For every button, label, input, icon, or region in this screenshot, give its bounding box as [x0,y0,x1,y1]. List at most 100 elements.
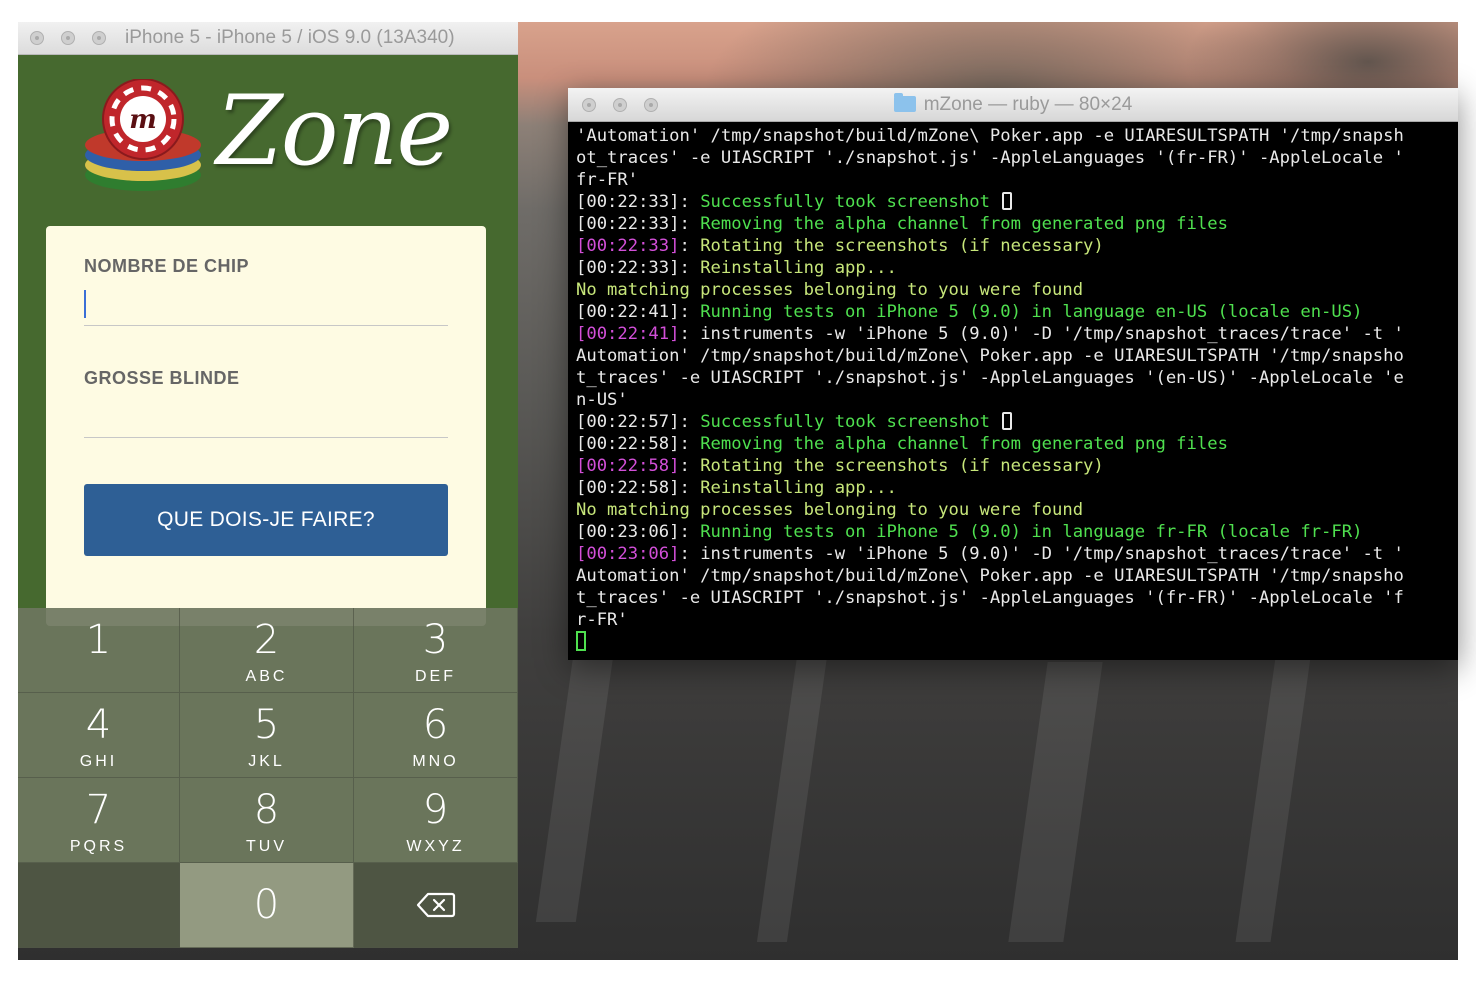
terminal-line: 'Automation' /tmp/snapshot/build/mZone\ … [576,125,1458,147]
key-empty [18,863,180,948]
key-letters: ABC [245,668,288,685]
timestamp: [00:22:58] [576,434,680,454]
terminal-text: : [679,302,701,322]
terminal-line: [00:22:33]: Reinstalling app... [576,257,1458,279]
zoom-button[interactable] [92,31,106,45]
terminal-line: [00:22:33]: Successfully took screenshot [576,191,1458,213]
key-letters: TUV [246,838,287,855]
terminal-line: ot_traces' -e UIASCRIPT './snapshot.js' … [576,147,1458,169]
minimize-button[interactable] [61,31,75,45]
timestamp: [00:22:58] [576,478,680,498]
terminal-text: : [679,192,701,212]
chip-count-label: NOMBRE DE CHIP [84,256,250,276]
key-digit: 6 [422,702,449,748]
delete-backspace-icon [416,892,455,918]
simulator-window[interactable]: iPhone 5 - iPhone 5 / iOS 9.0 (13A340) m… [18,22,518,948]
terminal-text: : [679,544,701,564]
terminal-text: fr-FR' [576,170,639,190]
what-should-i-do-button[interactable]: QUE DOIS-JE FAIRE? [84,484,448,556]
key-6[interactable]: 6 MNO [354,693,518,778]
key-letters: MNO [412,753,459,770]
key-9[interactable]: 9 WXYZ [354,778,518,863]
terminal-line: [00:22:33]: Rotating the screenshots (if… [576,235,1458,257]
text-caret [84,290,86,318]
terminal-line: Automation' /tmp/snapshot/build/mZone\ P… [576,565,1458,587]
terminal-text: : [679,236,701,256]
terminal-text: : [679,434,701,454]
form-card: NOMBRE DE CHIP GROSSE BLINDE QUE DOIS-JE… [46,226,486,626]
key-letters: DEF [415,668,456,685]
key-8[interactable]: 8 TUV [180,778,354,863]
terminal-title-text: mZone — ruby — 80×24 [923,94,1133,115]
key-letters: JKL [248,753,285,770]
terminal-text: : [679,214,701,234]
timestamp: [00:23:06] [576,544,680,564]
key-digit: 4 [85,702,112,748]
terminal-line: [00:23:06]: instruments -w 'iPhone 5 (9.… [576,543,1458,565]
terminal-line: [00:23:06]: Running tests on iPhone 5 (9… [576,521,1458,543]
key-digit: 0 [253,882,280,928]
terminal-output[interactable]: 'Automation' /tmp/snapshot/build/mZone\ … [568,122,1458,653]
poker-chip-logo-icon: m [85,79,201,191]
terminal-text: Running tests on iPhone 5 (9.0) in langu… [700,302,1363,322]
terminal-line: [00:22:58]: Removing the alpha channel f… [576,433,1458,455]
logo-wordmark: Zone [216,75,453,187]
close-button[interactable] [30,31,44,45]
terminal-text: Automation' /tmp/snapshot/build/mZone\ P… [576,346,1404,366]
backspace-key[interactable] [354,863,518,948]
key-3[interactable]: 3 DEF [354,608,518,693]
key-digit: 2 [253,617,280,663]
chip-count-input[interactable] [84,284,448,326]
terminal-line: [00:22:41]: instruments -w 'iPhone 5 (9.… [576,323,1458,345]
timestamp: [00:22:33] [576,258,680,278]
terminal-line: t_traces' -e UIASCRIPT './snapshot.js' -… [576,367,1458,389]
key-1[interactable]: 1 [18,608,180,693]
terminal-text: Removing the alpha channel from generate… [700,214,1228,234]
timestamp: [00:22:41] [576,324,680,344]
key-letters: PQRS [69,838,128,855]
key-7[interactable]: 7 PQRS [18,778,180,863]
simulator-titlebar[interactable]: iPhone 5 - iPhone 5 / iOS 9.0 (13A340) [18,22,518,55]
terminal-text: n-US' [576,390,628,410]
terminal-text: Rotating the screenshots (if necessary) [700,236,1104,256]
terminal-line: [00:22:58]: Rotating the screenshots (if… [576,455,1458,477]
key-digit: 1 [85,617,112,663]
key-2[interactable]: 2 ABC [180,608,354,693]
terminal-title: mZone — ruby — 80×24 [568,93,1458,116]
terminal-text: : [679,478,701,498]
terminal-titlebar[interactable]: mZone — ruby — 80×24 [568,88,1458,122]
numeric-keypad: 1 2 ABC 3 DEF 4 GHI 5 JKL 6 MNO 7 PQRS 8 [18,608,518,948]
phone-icon [1002,412,1013,430]
terminal-text: : [679,258,701,278]
terminal-text: Automation' /tmp/snapshot/build/mZone\ P… [576,566,1404,586]
terminal-text: ot_traces' -e UIASCRIPT './snapshot.js' … [576,148,1404,168]
terminal-text: instruments -w 'iPhone 5 (9.0)' -D '/tmp… [700,324,1404,344]
key-digit: 7 [85,787,112,833]
terminal-line: fr-FR' [576,169,1458,191]
terminal-text: Successfully took screenshot [700,412,1001,432]
terminal-line: Automation' /tmp/snapshot/build/mZone\ P… [576,345,1458,367]
terminal-line: No matching processes belonging to you w… [576,279,1458,301]
timestamp: [00:22:57] [576,412,680,432]
big-blind-input[interactable] [84,396,448,438]
terminal-line: n-US' [576,389,1458,411]
terminal-text: No matching processes belonging to you w… [576,280,1084,300]
timestamp: [00:22:33] [576,236,680,256]
simulator-title: iPhone 5 - iPhone 5 / iOS 9.0 (13A340) [125,27,455,48]
key-0[interactable]: 0 [180,863,354,948]
key-digit: 5 [253,702,280,748]
terminal-text: : [679,412,701,432]
key-letters: GHI [79,753,118,770]
key-5[interactable]: 5 JKL [180,693,354,778]
key-digit: 9 [422,787,449,833]
terminal-window[interactable]: mZone — ruby — 80×24 'Automation' /tmp/s… [568,88,1458,660]
terminal-text: : [679,324,701,344]
terminal-line: [00:22:41]: Running tests on iPhone 5 (9… [576,301,1458,323]
terminal-line: [00:22:33]: Removing the alpha channel f… [576,213,1458,235]
terminal-text: t_traces' -e UIASCRIPT './snapshot.js' -… [576,368,1404,388]
terminal-line: [00:22:57]: Successfully took screenshot [576,411,1458,433]
logo-letter: m [129,105,157,135]
terminal-line: t_traces' -e UIASCRIPT './snapshot.js' -… [576,587,1458,609]
terminal-line: No matching processes belonging to you w… [576,499,1458,521]
key-4[interactable]: 4 GHI [18,693,180,778]
